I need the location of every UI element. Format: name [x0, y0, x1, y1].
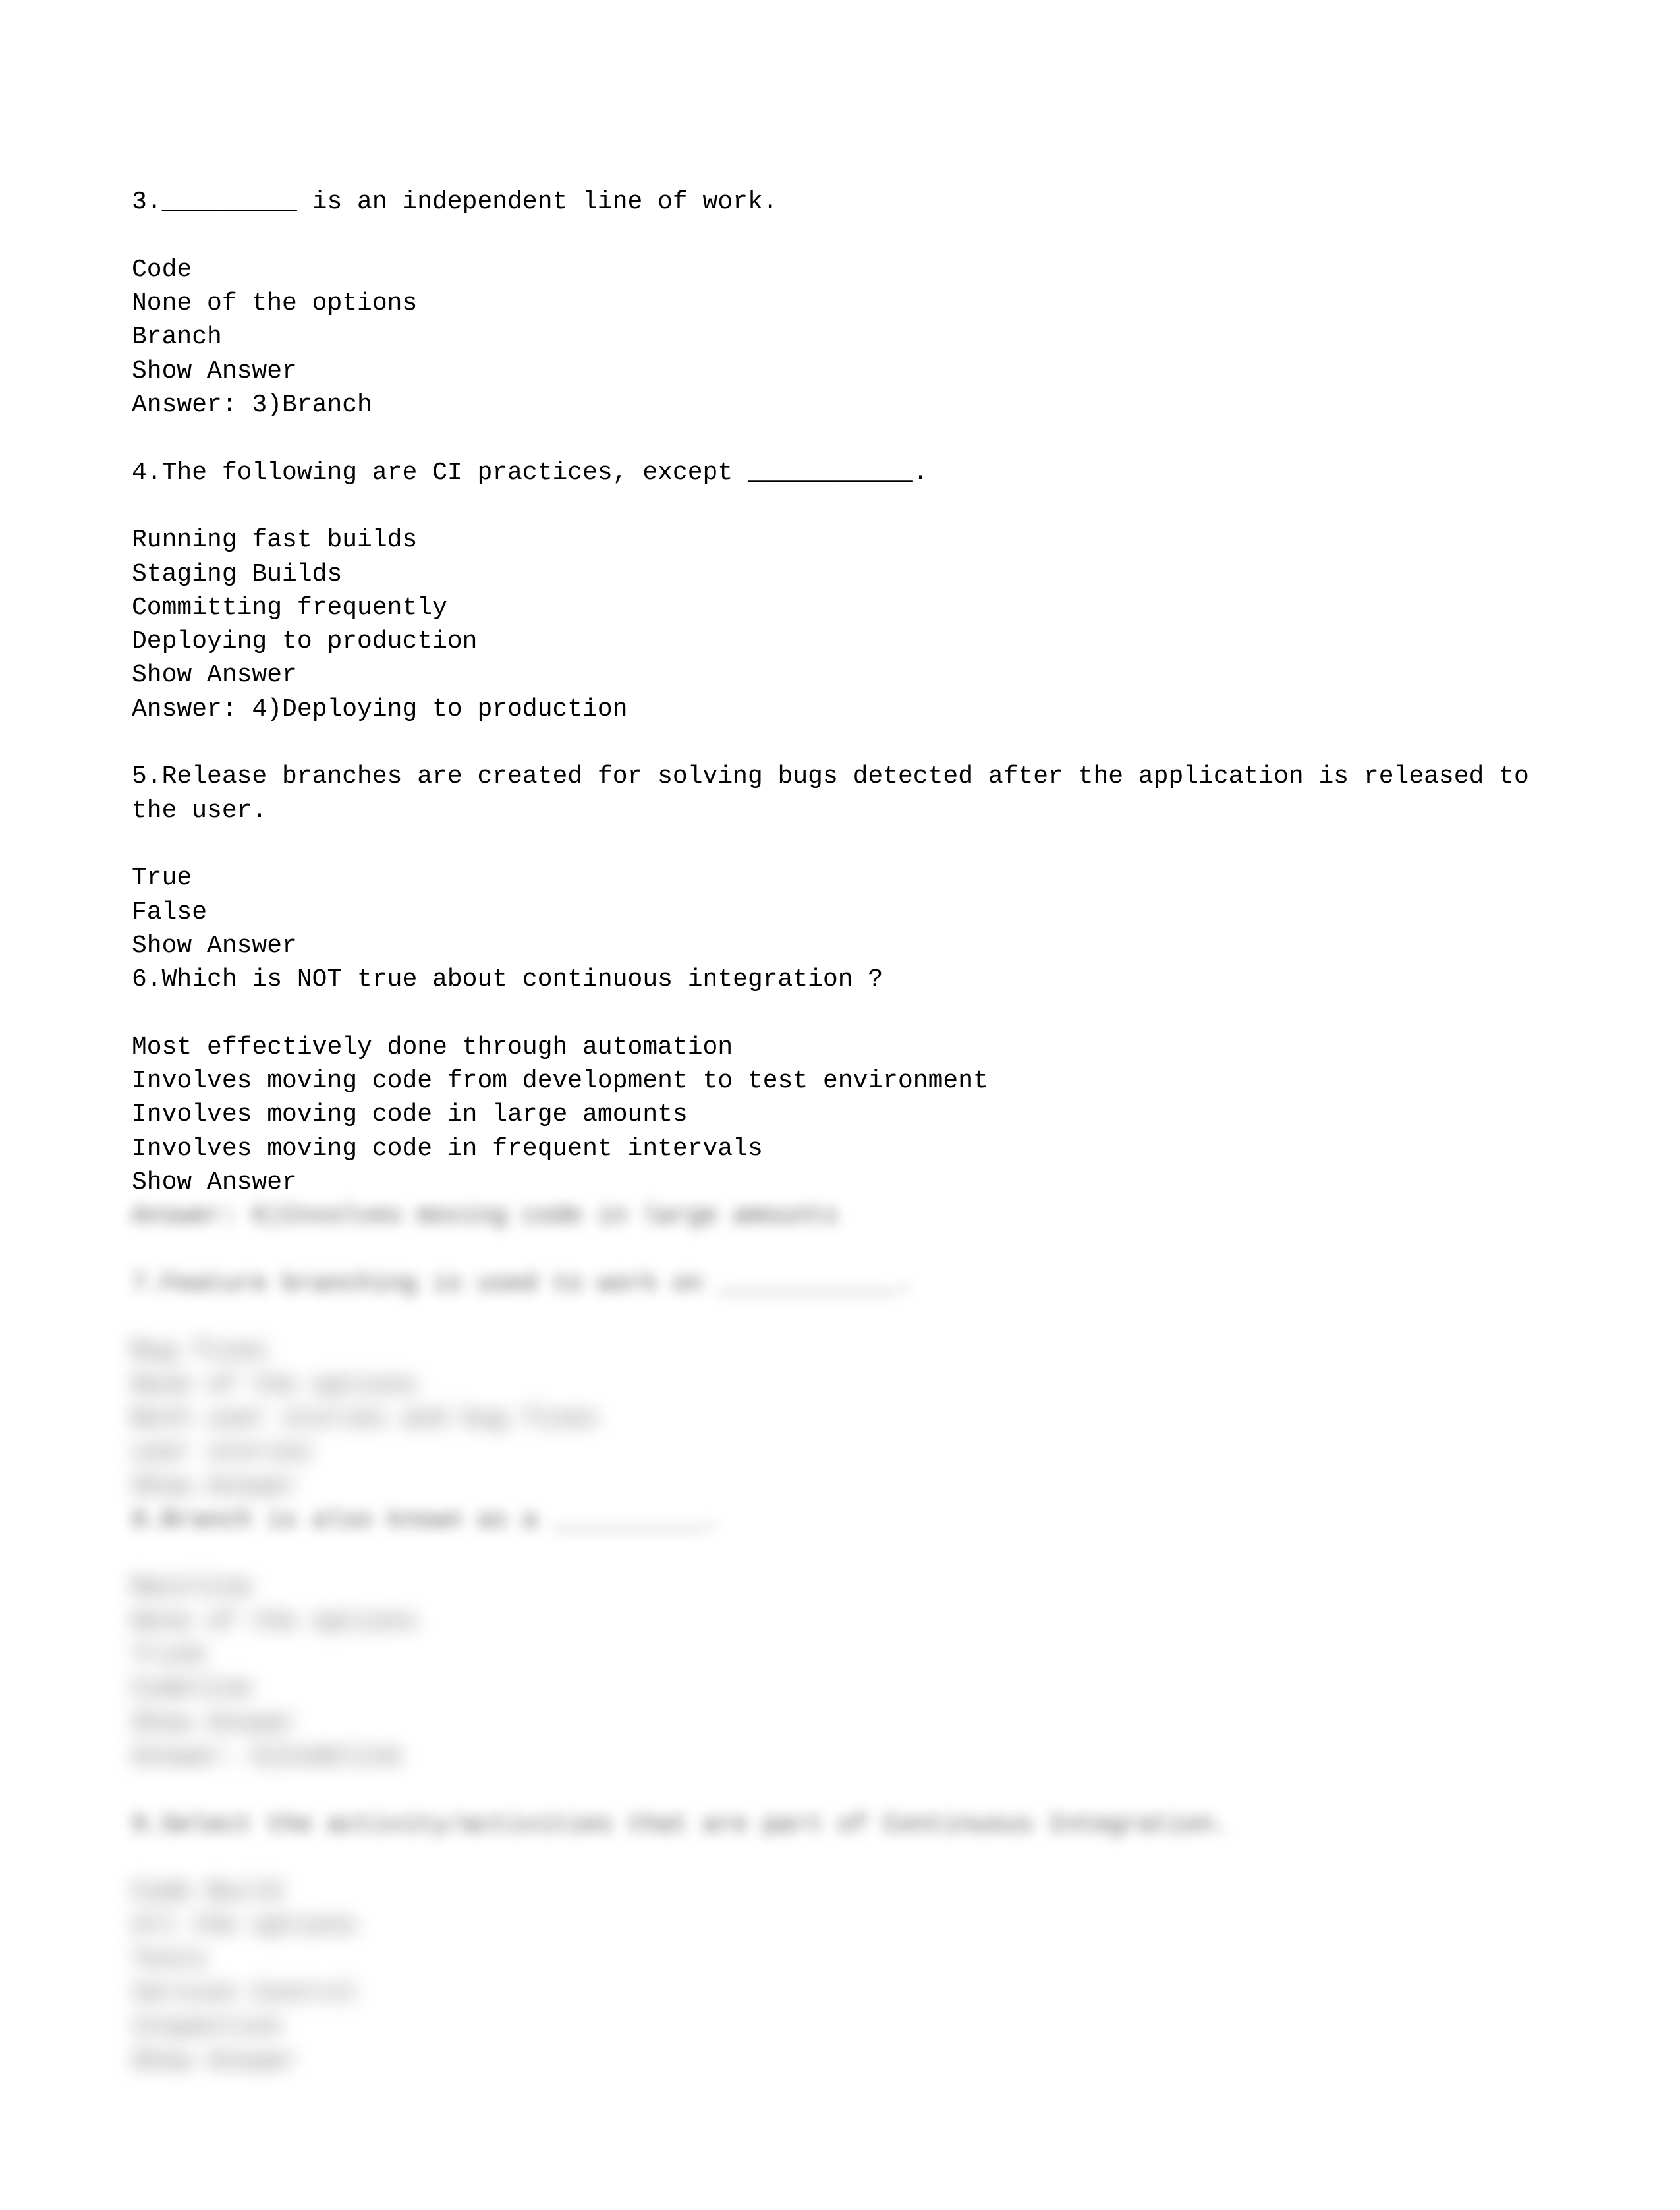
blurred-line: Tests	[132, 1946, 207, 1974]
blurred-question-7-header: 7.Feature branching is used to work on _…	[132, 1270, 913, 1298]
blurred-line: Mainline	[132, 1573, 252, 1602]
blurred-line: Show Answer	[132, 1473, 297, 1501]
question-number: 5.	[132, 762, 162, 791]
blurred-line: Both user stories and bug fixes	[132, 1405, 598, 1433]
blurred-line: None of the options	[132, 1608, 417, 1636]
option: True	[132, 864, 192, 892]
show-answer-label: Show Answer	[132, 661, 297, 689]
show-answer-label: Show Answer	[132, 357, 297, 385]
option: False	[132, 898, 207, 926]
option: Running fast builds	[132, 526, 417, 554]
question-text: Release branches are created for solving…	[132, 762, 1544, 824]
blurred-line: Codeline	[132, 1675, 252, 1703]
option: Involves moving code from development to…	[132, 1067, 988, 1095]
option: Deploying to production	[132, 627, 478, 656]
blurred-line: Inspection	[132, 2013, 282, 2041]
document-page: 3._________ is an independent line of wo…	[0, 0, 1680, 2210]
blurred-answer: Answer: 6)Involves moving code in large …	[132, 1202, 838, 1230]
question-text: Which is NOT true about continuous integ…	[162, 965, 883, 994]
option: None of the options	[132, 289, 417, 318]
blurred-line: Code Build	[132, 1878, 282, 1906]
blurred-line: Show Answer	[132, 2047, 297, 2076]
option: Code	[132, 256, 192, 284]
question-3-header: 3._________ is an independent line of wo…	[132, 188, 778, 216]
answer-label: Answer: 3)Branch	[132, 391, 372, 419]
answer-label: Answer: 4)Deploying to production	[132, 695, 628, 723]
blurred-line: Bug fixes	[132, 1337, 267, 1365]
option: Branch	[132, 323, 222, 351]
blurred-question-8-header: 8.Branch is also known as a __________.	[132, 1506, 717, 1535]
question-6-header: 6.Which is NOT true about continuous int…	[132, 965, 883, 994]
question-number: 4.	[132, 459, 162, 487]
option: Involves moving code in large amounts	[132, 1100, 688, 1129]
blurred-question-9-header: 9.Select the activity/activities that ar…	[132, 1811, 1229, 1839]
question-4-header: 4.The following are CI practices, except…	[132, 459, 928, 487]
option: Committing frequently	[132, 594, 447, 622]
option: Involves moving code in frequent interva…	[132, 1135, 763, 1163]
show-answer-label: Show Answer	[132, 1168, 297, 1197]
blurred-line: All the options	[132, 1912, 357, 1940]
question-text: The following are CI practices, except _…	[162, 459, 928, 487]
question-number: 3.	[132, 188, 162, 216]
option: Staging Builds	[132, 560, 342, 588]
option: Most effectively done through automation	[132, 1033, 733, 1062]
blurred-line: Version Control	[132, 1979, 357, 2008]
question-number: 6.	[132, 965, 162, 994]
blurred-line: Answer: 8)Codeline	[132, 1743, 402, 1771]
blurred-line: user stories	[132, 1438, 312, 1467]
question-5-header: 5.Release branches are created for solvi…	[132, 762, 1544, 824]
show-answer-label: Show Answer	[132, 932, 297, 960]
question-text: _________ is an independent line of work…	[162, 188, 778, 216]
blurred-line: Trunk	[132, 1641, 207, 1670]
blurred-line: Show Answer	[132, 1709, 297, 1738]
blurred-line: None of the options	[132, 1371, 417, 1400]
